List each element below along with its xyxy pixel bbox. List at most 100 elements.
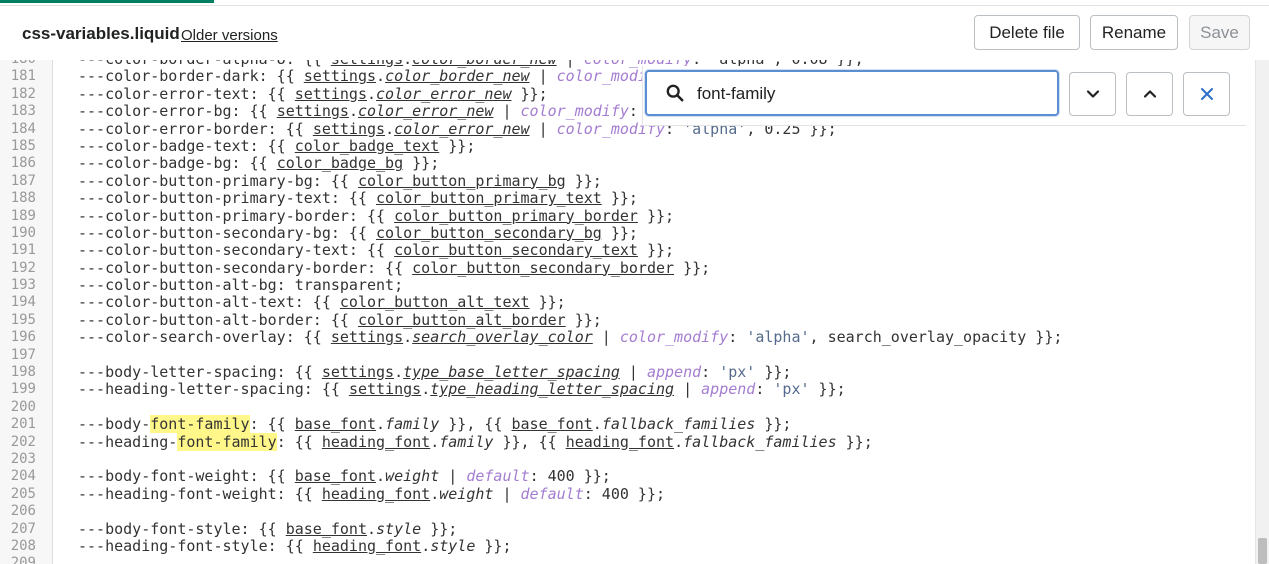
vertical-scrollbar[interactable] [1255, 60, 1269, 564]
line-number: 192 [10, 259, 36, 276]
code-token: 'px' [719, 363, 756, 382]
code-token: ---heading-font-style: {{ [78, 536, 313, 555]
code-token: . [430, 484, 440, 503]
code-text: ---heading-font-weight: {{ heading_font.… [78, 484, 665, 503]
code-text: ---color-button-alt-text: {{ color_butto… [78, 294, 566, 311]
code-token: base_font [294, 415, 377, 434]
line-number: 196 [10, 329, 36, 346]
code-token: ---body-font-weight: {{ [78, 467, 295, 486]
code-token: }}; [565, 310, 602, 329]
code-line: 197 [0, 347, 1255, 364]
code-token: settings [312, 119, 386, 138]
code-token: : [755, 380, 774, 399]
code-token: color_button_primary_text [376, 189, 602, 208]
code-text: ---heading-letter-spacing: {{ settings.t… [78, 381, 846, 398]
code-line: 207 ---body-font-style: {{ base_font.styl… [0, 520, 1255, 538]
code-token: }}; [755, 415, 792, 434]
line-number: 191 [10, 242, 36, 259]
code-text: ---body-font-family: {{ base_font.family… [78, 415, 792, 434]
find-previous-button[interactable] [1126, 72, 1173, 116]
code-token: default [466, 467, 530, 486]
code-token: }}; [836, 432, 873, 451]
line-number: 204 [10, 468, 36, 485]
code-line: 208 ---heading-font-style: {{ heading_fon… [0, 536, 1255, 555]
delete-file-button[interactable]: Delete file [974, 15, 1080, 50]
code-lines: 180---color-border-alpha-8: {{ settings.… [0, 60, 1255, 564]
code-token: | [493, 102, 521, 121]
code-token: fallback_families [601, 415, 756, 434]
code-text: ---body-font-style: {{ base_font.style }… [78, 520, 457, 538]
code-text: ---color-button-primary-text: {{ color_b… [78, 189, 638, 208]
code-token: . [394, 363, 404, 382]
line-number: 187 [10, 172, 36, 189]
close-find-button[interactable] [1183, 72, 1230, 116]
code-token: heading_font [312, 536, 422, 555]
rename-button[interactable]: Rename [1090, 15, 1178, 50]
code-token: | [592, 328, 620, 347]
code-text: ---color-button-secondary-bg: {{ color_b… [78, 223, 638, 242]
line-number: 181 [10, 68, 36, 85]
code-editor[interactable]: 180---color-border-alpha-8: {{ settings.… [0, 60, 1269, 564]
scrollbar-thumb[interactable] [1258, 538, 1267, 564]
code-line: 206 [0, 503, 1255, 520]
code-token: . [421, 536, 431, 555]
code-token: ---color-button-alt-text: {{ [78, 293, 340, 312]
code-token: ---color-border-dark: {{ [78, 67, 304, 86]
line-number: 206 [10, 503, 36, 520]
code-line: 188 ---color-button-primary-text: {{ colo… [0, 189, 1255, 208]
code-token: }}; [674, 258, 711, 277]
code-token: }}; [601, 189, 638, 208]
code-line: 196 ---color-search-overlay: {{ settings.… [0, 329, 1255, 346]
code-token: ---color-button-primary-border: {{ [78, 206, 395, 225]
code-token: weight [385, 467, 440, 486]
code-token: . [430, 432, 440, 451]
code-text: ---color-badge-text: {{ color_badge_text… [78, 137, 475, 155]
line-number: 202 [10, 433, 36, 450]
line-number: 183 [10, 103, 36, 120]
code-token: }}; [511, 84, 548, 103]
code-token: weight [439, 484, 494, 503]
code-token: | [529, 67, 557, 86]
close-icon [1200, 88, 1213, 100]
code-line: 205 ---heading-font-weight: {{ heading_fo… [0, 484, 1255, 503]
code-line: 191 ---color-button-secondary-text: {{ co… [0, 242, 1255, 259]
code-token: . [376, 467, 386, 486]
loading-progress-bar [0, 0, 214, 3]
line-number: 186 [10, 155, 36, 172]
line-number: 190 [10, 224, 36, 241]
line-number: 201 [10, 416, 36, 433]
code-line: 185 ---color-badge-text: {{ color_badge_t… [0, 137, 1255, 155]
line-number: 189 [10, 207, 36, 224]
code-token: color_error_new [357, 102, 494, 121]
code-token: | [619, 363, 647, 382]
code-token: , search_overlay_opacity }}; [809, 328, 1063, 347]
code-token: | [529, 119, 557, 138]
code-token: color_border_new [385, 67, 530, 86]
line-number: 208 [10, 537, 36, 554]
find-next-button[interactable] [1069, 72, 1116, 116]
code-token: color_button_alt_border [357, 310, 566, 329]
code-token: ---color-error-border: {{ [78, 119, 313, 138]
save-button[interactable]: Save [1189, 15, 1250, 50]
code-token: type_base_letter_spacing [403, 363, 620, 382]
code-token: color_button_alt_text [339, 293, 530, 312]
search-icon [666, 84, 684, 102]
code-token: settings [348, 380, 422, 399]
code-token: : {{ [276, 432, 322, 451]
chevron-up-icon [1143, 90, 1156, 98]
code-line: 202 ---heading-font-family: {{ heading_fo… [0, 432, 1255, 451]
code-text: ---color-badge-bg: {{ color_badge_bg }}; [78, 155, 439, 172]
older-versions-link[interactable]: Older versions [181, 27, 278, 44]
find-input-box[interactable] [645, 70, 1059, 116]
code-token: . [403, 328, 413, 347]
code-token: }}; [475, 536, 512, 555]
line-number: 195 [10, 311, 36, 328]
find-input[interactable] [695, 80, 1049, 108]
code-token: heading_font [321, 484, 431, 503]
code-token: ---color-button-secondary-bg: {{ [78, 223, 377, 242]
code-line: 190 ---color-button-secondary-bg: {{ colo… [0, 223, 1255, 242]
code-token: style [430, 536, 476, 555]
line-number: 205 [10, 485, 36, 502]
code-token: color_button_secondary_bg [376, 223, 602, 242]
code-token: ---color-button-secondary-border: {{ [78, 258, 413, 277]
